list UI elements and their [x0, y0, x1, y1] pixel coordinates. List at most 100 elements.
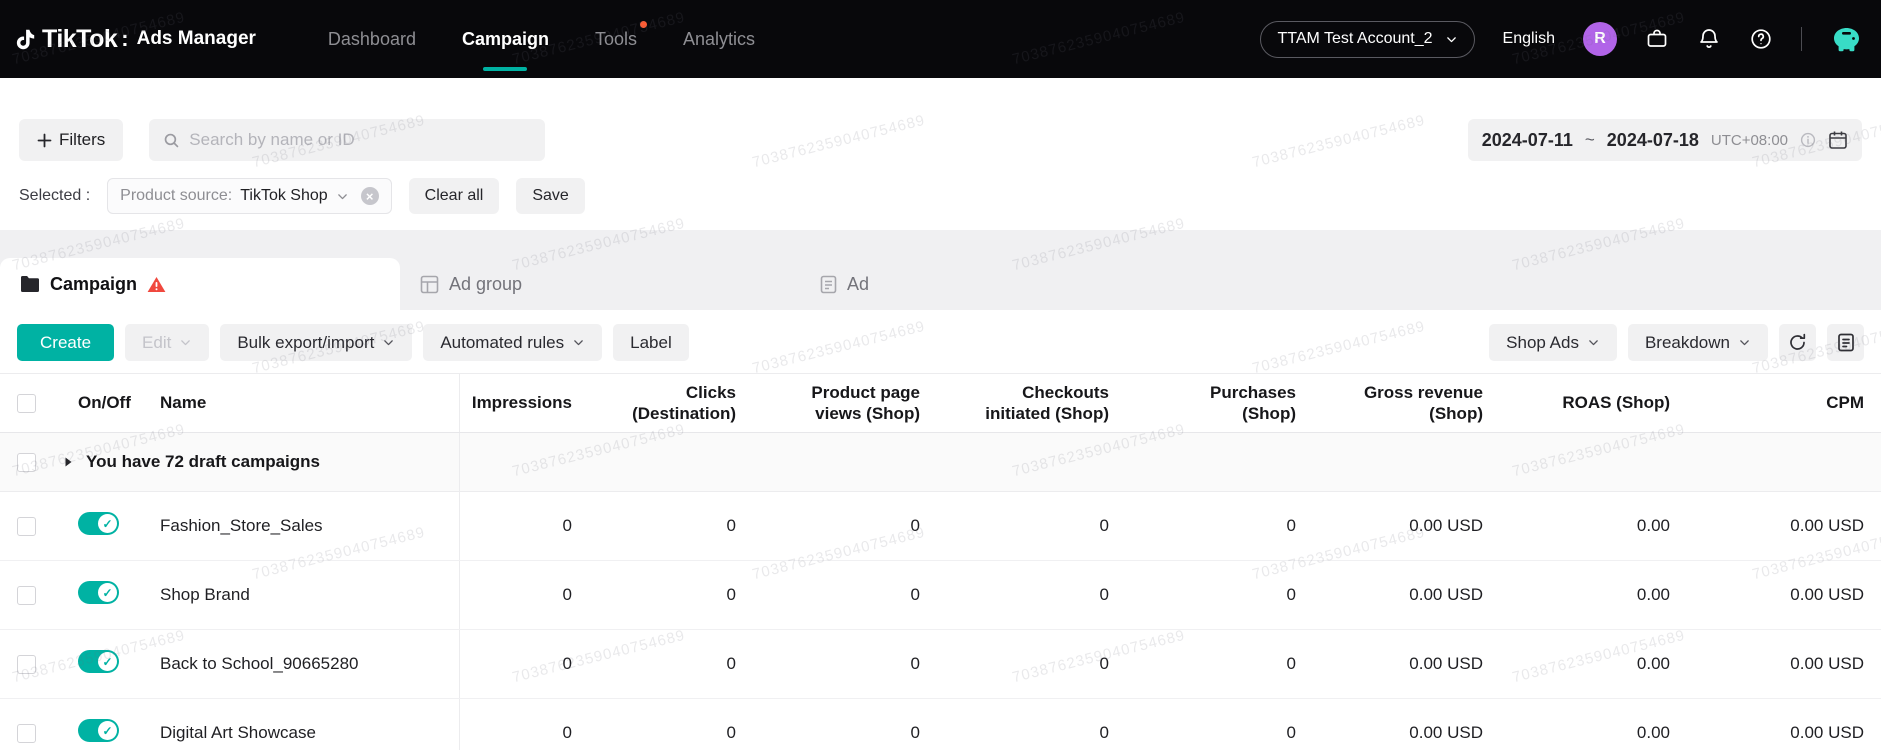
- cell-cpm: 0.00 USD: [1670, 654, 1864, 674]
- toggle-check-icon: ✓: [98, 721, 117, 740]
- cell-impressions: 0: [460, 723, 572, 743]
- chevron-down-icon: [1587, 336, 1600, 349]
- filter-tag-value: TikTok Shop: [240, 187, 327, 205]
- edit-button-label: Edit: [142, 333, 171, 353]
- cell-purchases: 0: [1109, 654, 1296, 674]
- campaign-name[interactable]: Shop Brand: [160, 585, 250, 605]
- draft-campaigns-row[interactable]: You have 72 draft campaigns: [0, 433, 1881, 492]
- cell-roas: 0.00: [1483, 654, 1670, 674]
- row-checkbox[interactable]: [17, 655, 36, 674]
- export-report-button[interactable]: [1827, 324, 1864, 361]
- avatar[interactable]: R: [1583, 22, 1617, 56]
- nav-campaign[interactable]: Campaign: [462, 0, 549, 78]
- col-purchases-header: Purchases(Shop): [1109, 374, 1296, 432]
- piggy-bank-icon[interactable]: [1830, 25, 1863, 53]
- cell-gross-revenue: 0.00 USD: [1296, 585, 1483, 605]
- filter-section: Filters 2024-07-11 ~ 2024-07-18 UTC+08:0…: [0, 119, 1881, 214]
- create-button[interactable]: Create: [17, 324, 114, 361]
- nav-analytics[interactable]: Analytics: [683, 0, 755, 78]
- cell-roas: 0.00: [1483, 516, 1670, 536]
- cell-roas: 0.00: [1483, 723, 1670, 743]
- filters-button[interactable]: Filters: [19, 119, 123, 161]
- chevron-down-icon: [179, 336, 192, 349]
- cell-purchases: 0: [1109, 723, 1296, 743]
- automated-rules-button[interactable]: Automated rules: [423, 324, 602, 361]
- table-row: ✓ Digital Art Showcase 0 0 0 0 0 0.00 US…: [0, 699, 1881, 750]
- cell-purchases: 0: [1109, 585, 1296, 605]
- language-selector[interactable]: English: [1503, 30, 1555, 48]
- cell-purchases: 0: [1109, 516, 1296, 536]
- entity-tabs: Campaign Ad group Ad: [0, 230, 1881, 310]
- onoff-toggle[interactable]: ✓: [78, 650, 119, 673]
- date-separator: ~: [1585, 130, 1595, 150]
- onoff-toggle[interactable]: ✓: [78, 512, 119, 535]
- table-row: ✓ Shop Brand 0 0 0 0 0 0.00 USD 0.00 0.0…: [0, 561, 1881, 630]
- chevron-down-icon[interactable]: [336, 190, 349, 203]
- cell-clicks: 0: [572, 585, 736, 605]
- row-checkbox[interactable]: [17, 517, 36, 536]
- chevron-down-icon: [382, 336, 395, 349]
- search-input[interactable]: [189, 130, 531, 150]
- campaign-name[interactable]: Digital Art Showcase: [160, 723, 316, 743]
- cell-impressions: 0: [460, 516, 572, 536]
- selected-filter-tag[interactable]: Product source: TikTok Shop ×: [107, 178, 392, 214]
- clear-all-button[interactable]: Clear all: [409, 178, 500, 214]
- edit-button[interactable]: Edit: [125, 324, 209, 361]
- nav-tools[interactable]: Tools: [595, 0, 637, 78]
- market-briefcase-icon[interactable]: [1645, 27, 1669, 51]
- table-row: ✓ Back to School_90665280 0 0 0 0 0 0.00…: [0, 630, 1881, 699]
- account-selector[interactable]: TTAM Test Account_2: [1260, 21, 1474, 58]
- row-checkbox[interactable]: [17, 724, 36, 743]
- search-box: [149, 119, 545, 161]
- select-all-checkbox[interactable]: [17, 394, 36, 413]
- refresh-button[interactable]: [1779, 324, 1816, 361]
- onoff-toggle[interactable]: ✓: [78, 581, 119, 604]
- date-range-picker[interactable]: 2024-07-11 ~ 2024-07-18 UTC+08:00: [1468, 119, 1862, 161]
- campaign-name[interactable]: Back to School_90665280: [160, 654, 359, 674]
- main-nav: Dashboard Campaign Tools Analytics: [328, 0, 755, 78]
- search-icon: [163, 132, 180, 149]
- save-button[interactable]: Save: [516, 178, 584, 214]
- warning-icon: [147, 276, 166, 293]
- top-header: TikTok : Ads Manager Dashboard Campaign …: [0, 0, 1881, 78]
- cell-impressions: 0: [460, 585, 572, 605]
- cell-clicks: 0: [572, 516, 736, 536]
- label-button[interactable]: Label: [613, 324, 689, 361]
- bulk-export-import-button[interactable]: Bulk export/import: [220, 324, 412, 361]
- tab-campaign[interactable]: Campaign: [0, 258, 400, 310]
- col-onoff-header: On/Off: [48, 393, 138, 413]
- cell-checkouts: 0: [920, 654, 1109, 674]
- cell-product-page-views: 0: [736, 516, 920, 536]
- help-icon[interactable]: [1749, 27, 1773, 51]
- breakdown-dropdown[interactable]: Breakdown: [1628, 324, 1768, 361]
- cell-checkouts: 0: [920, 585, 1109, 605]
- draft-row-checkbox[interactable]: [17, 453, 36, 472]
- filter-tag-key: Product source:: [120, 187, 232, 205]
- notification-bell-icon[interactable]: [1697, 27, 1721, 51]
- date-start: 2024-07-11: [1482, 130, 1573, 151]
- campaign-name[interactable]: Fashion_Store_Sales: [160, 516, 323, 536]
- cell-impressions: 0: [460, 654, 572, 674]
- breakdown-label: Breakdown: [1645, 333, 1730, 353]
- nav-tools-label: Tools: [595, 29, 637, 50]
- cell-checkouts: 0: [920, 723, 1109, 743]
- expand-caret-icon[interactable]: [62, 456, 74, 468]
- active-tab-underline: [483, 67, 527, 71]
- nav-dashboard[interactable]: Dashboard: [328, 0, 416, 78]
- tab-ad[interactable]: Ad: [800, 258, 1200, 310]
- col-name-header: Name: [138, 374, 460, 432]
- onoff-toggle[interactable]: ✓: [78, 719, 119, 742]
- timezone-label: UTC+08:00: [1711, 132, 1788, 149]
- remove-filter-icon[interactable]: ×: [361, 187, 379, 205]
- nav-analytics-label: Analytics: [683, 29, 755, 50]
- tab-adgroup[interactable]: Ad group: [400, 258, 800, 310]
- nav-campaign-label: Campaign: [462, 29, 549, 50]
- shop-ads-dropdown[interactable]: Shop Ads: [1489, 324, 1617, 361]
- toggle-check-icon: ✓: [98, 583, 117, 602]
- tiktok-logo[interactable]: TikTok : Ads Manager: [14, 25, 256, 54]
- header-divider: [1801, 27, 1802, 51]
- bulk-button-label: Bulk export/import: [237, 333, 374, 353]
- calendar-icon[interactable]: [1828, 130, 1848, 150]
- row-checkbox[interactable]: [17, 586, 36, 605]
- tools-badge-dot: [640, 21, 647, 28]
